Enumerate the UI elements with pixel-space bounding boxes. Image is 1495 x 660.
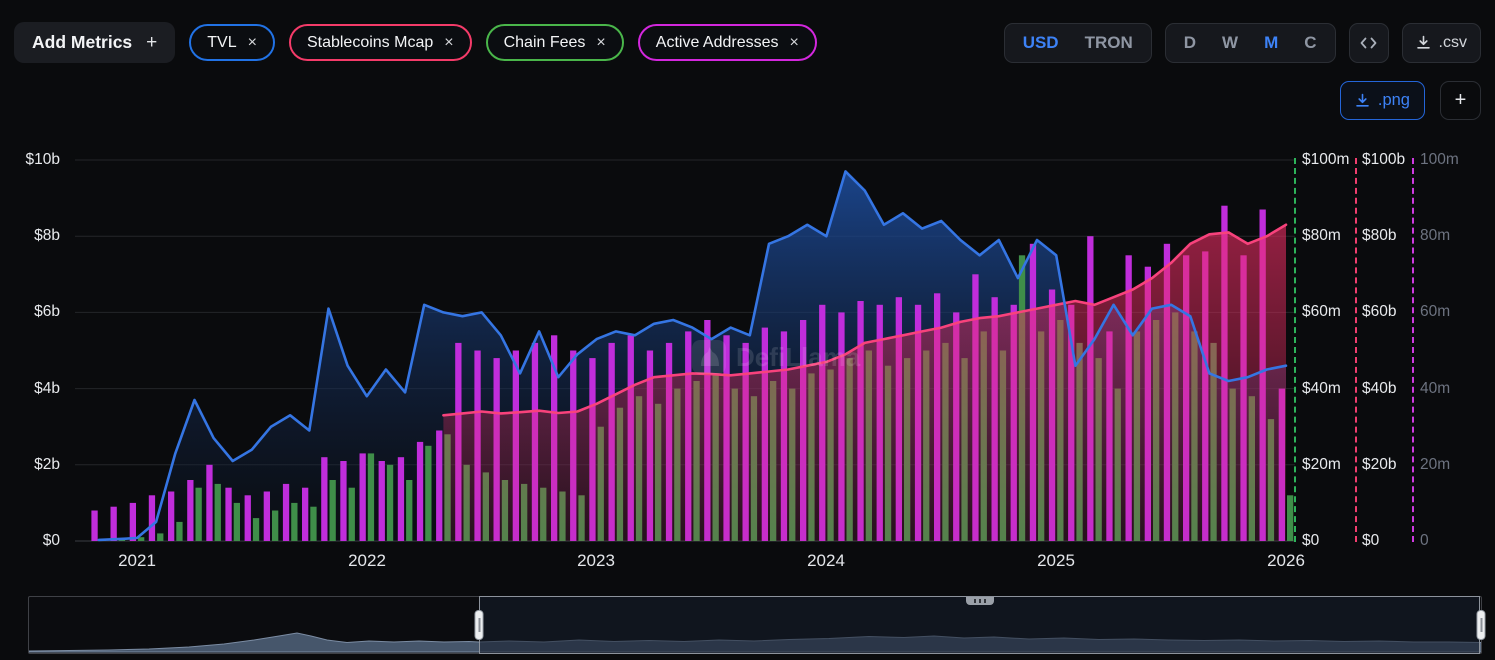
metric-pill-stablecoins-mcap[interactable]: Stablecoins Mcap ×: [289, 24, 472, 61]
download-icon: [1416, 35, 1431, 50]
y-axis-addresses-tick: 0: [1420, 532, 1429, 550]
metric-pill-chain-fees[interactable]: Chain Fees ×: [486, 24, 624, 61]
y-axis-stablecoins-tick: $0: [1362, 532, 1379, 550]
close-icon[interactable]: ×: [790, 35, 799, 51]
png-label: .png: [1378, 91, 1410, 110]
add-metrics-label: Add Metrics: [32, 32, 132, 53]
y-axis-stablecoins-tick: $80b: [1362, 227, 1396, 245]
add-metrics-button[interactable]: Add Metrics +: [14, 22, 175, 63]
y-axis-tvl-tick: $0: [0, 532, 60, 550]
x-axis-year-tick: 2023: [577, 551, 615, 571]
x-axis-year-tick: 2025: [1037, 551, 1075, 571]
y-axis-addresses-tick: 40m: [1420, 380, 1450, 398]
metric-pill-label: Chain Fees: [504, 34, 586, 52]
interval-option-c[interactable]: C: [1291, 24, 1329, 62]
timeline-brush[interactable]: [28, 596, 1482, 654]
y-axis-addresses-tick: 60m: [1420, 303, 1450, 321]
header-right-controls: USD TRON D W M C .csv: [1004, 23, 1481, 63]
y-axis-fees-tick: $80m: [1302, 227, 1341, 245]
embed-button[interactable]: [1349, 23, 1389, 63]
y-axis-fees-tick: $20m: [1302, 456, 1341, 474]
add-chart-button[interactable]: +: [1440, 81, 1481, 120]
y-axis-fees-tick: $60m: [1302, 303, 1341, 321]
currency-option-usd[interactable]: USD: [1010, 24, 1072, 62]
brush-handle-right[interactable]: [1477, 610, 1486, 640]
header-toolbar: Add Metrics + TVL × Stablecoins Mcap × C…: [14, 22, 1481, 63]
currency-option-tron[interactable]: TRON: [1072, 24, 1146, 62]
export-toolbar: .png +: [1340, 81, 1481, 120]
y-axis-tvl-tick: $4b: [0, 380, 60, 398]
close-icon[interactable]: ×: [248, 35, 257, 51]
download-png-button[interactable]: .png: [1340, 81, 1425, 120]
currency-toggle: USD TRON: [1004, 23, 1152, 63]
interval-toggle: D W M C: [1165, 23, 1336, 63]
y-axis-fees-tick: $40m: [1302, 380, 1341, 398]
code-embed-icon: [1360, 36, 1377, 50]
close-icon[interactable]: ×: [444, 35, 453, 51]
interval-option-m[interactable]: M: [1251, 24, 1291, 62]
x-axis-year-tick: 2024: [807, 551, 845, 571]
metric-pill-label: TVL: [207, 34, 236, 52]
x-axis-year-tick: 2021: [118, 551, 156, 571]
x-axis-year-tick: 2022: [348, 551, 386, 571]
y-axis-tvl-tick: $8b: [0, 227, 60, 245]
x-axis-year-tick: 2026: [1267, 551, 1305, 571]
download-csv-button[interactable]: .csv: [1402, 23, 1481, 63]
y-axis-tvl-tick: $2b: [0, 456, 60, 474]
csv-label: .csv: [1439, 34, 1467, 52]
y-axis-tvl-tick: $10b: [0, 151, 60, 169]
y-axis-addresses-tick: 20m: [1420, 456, 1450, 474]
y-axis-tvl-tick: $6b: [0, 303, 60, 321]
y-axis-addresses-tick: 80m: [1420, 227, 1450, 245]
brush-grip[interactable]: [966, 597, 994, 605]
brush-handle-left[interactable]: [475, 610, 484, 640]
stablecoins-axis-line: [1355, 158, 1357, 542]
metric-pill-label: Active Addresses: [656, 34, 779, 52]
metric-pill-label: Stablecoins Mcap: [307, 34, 433, 52]
y-axis-stablecoins-tick: $20b: [1362, 456, 1396, 474]
y-axis-stablecoins-tick: $100b: [1362, 151, 1405, 169]
interval-option-d[interactable]: D: [1171, 24, 1209, 62]
interval-option-w[interactable]: W: [1209, 24, 1251, 62]
download-icon: [1355, 93, 1370, 108]
metric-pill-active-addresses[interactable]: Active Addresses ×: [638, 24, 817, 61]
metric-pill-tvl[interactable]: TVL ×: [189, 24, 275, 61]
y-axis-fees-tick: $0: [1302, 532, 1319, 550]
active-addresses-axis-line: [1412, 158, 1414, 542]
y-axis-addresses-tick: 100m: [1420, 151, 1459, 169]
y-axis-fees-tick: $100m: [1302, 151, 1349, 169]
chain-fees-axis-line: [1294, 158, 1296, 542]
close-icon[interactable]: ×: [596, 35, 605, 51]
y-axis-stablecoins-tick: $40b: [1362, 380, 1396, 398]
main-chart[interactable]: [75, 158, 1295, 548]
brush-selected-range[interactable]: [479, 596, 1480, 654]
plus-icon: +: [146, 32, 157, 54]
y-axis-stablecoins-tick: $60b: [1362, 303, 1396, 321]
defillama-chain-chart-page: Add Metrics + TVL × Stablecoins Mcap × C…: [0, 0, 1495, 660]
